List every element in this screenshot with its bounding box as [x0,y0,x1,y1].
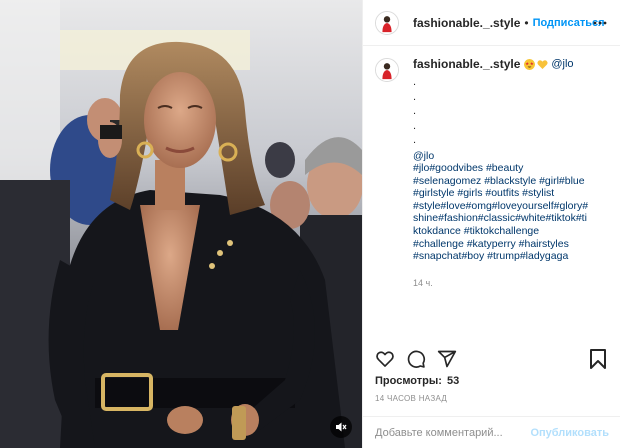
hashtag-line[interactable]: #snapchat#boy #trump#ladygaga [413,250,613,263]
mute-button[interactable] [330,416,352,438]
share-icon[interactable] [437,349,457,369]
hashtag-line[interactable]: shine#fashion#classic#white#tiktok#ti [413,212,613,225]
dot-line: . [413,105,417,117]
caption-mention-link[interactable]: @jlo [551,58,573,71]
heart-icon[interactable] [375,349,395,369]
comment-icon[interactable] [406,349,426,369]
more-options-icon[interactable] [593,16,607,30]
views-number: 53 [446,375,460,387]
hashtag-line[interactable]: @jlo [413,150,613,163]
post-header: fashionable._.style • Подписаться [363,0,620,46]
post-dialog: fashionable._.style • Подписаться fashio… [0,0,620,448]
comment-input[interactable] [375,426,525,439]
post-details-panel: fashionable._.style • Подписаться fashio… [362,0,620,448]
dot-line: . [413,119,417,132]
header-separator: • [524,15,529,30]
header-username[interactable]: fashionable._.style [413,16,520,30]
caption-hashtags: @jlo #jlo#goodvibes #beauty #selenagomez… [413,150,613,263]
post-comment-button[interactable]: Опубликовать [530,427,609,439]
hashtag-line[interactable]: #jlo#goodvibes #beauty [413,162,613,175]
dot-line: . [413,90,417,103]
caption-header-line: fashionable._.style @jlo [413,58,613,71]
speaker-muted-icon [336,422,347,432]
star-struck-emoji-icon [524,59,536,70]
avatar-image [376,59,398,81]
action-bar [363,345,620,373]
caption-time-ago: 14 ч. [413,277,433,288]
view-count[interactable]: Просмотры: 53 [375,375,459,387]
hashtag-line[interactable]: #selenagomez #blackstyle #girl#blue [413,175,613,188]
caption-username[interactable]: fashionable._.style [413,58,520,71]
caption-avatar[interactable] [375,58,399,82]
hashtag-line[interactable]: #style#love#omg#loveyourself#glory# [413,200,613,213]
caption-body: fashionable._.style @jlo . . . . . @jlo … [413,58,613,290]
post-video[interactable] [0,0,362,448]
views-label: Просмотры: [375,375,442,387]
avatar-image [376,11,398,34]
avatar[interactable] [375,10,399,35]
hashtag-line[interactable]: ktokdance #tiktokchallenge [413,225,613,238]
caption: fashionable._.style @jlo . . . . . @jlo … [363,58,620,290]
dot-line: . [413,134,417,146]
hashtag-line[interactable]: #challenge #katyperry #hairstyles [413,238,613,251]
comment-form: Опубликовать [363,416,620,448]
post-date[interactable]: 14 ЧАСОВ НАЗАД [375,394,447,403]
yellow-heart-emoji-icon [537,60,548,69]
caption-dot-lines: . . . . . [413,75,613,148]
video-frame-illustration [0,0,362,448]
hashtag-line[interactable]: #girlstyle #girls #outfits #stylist [413,187,613,200]
bookmark-icon[interactable] [589,349,607,369]
dot-line: . [413,76,417,88]
